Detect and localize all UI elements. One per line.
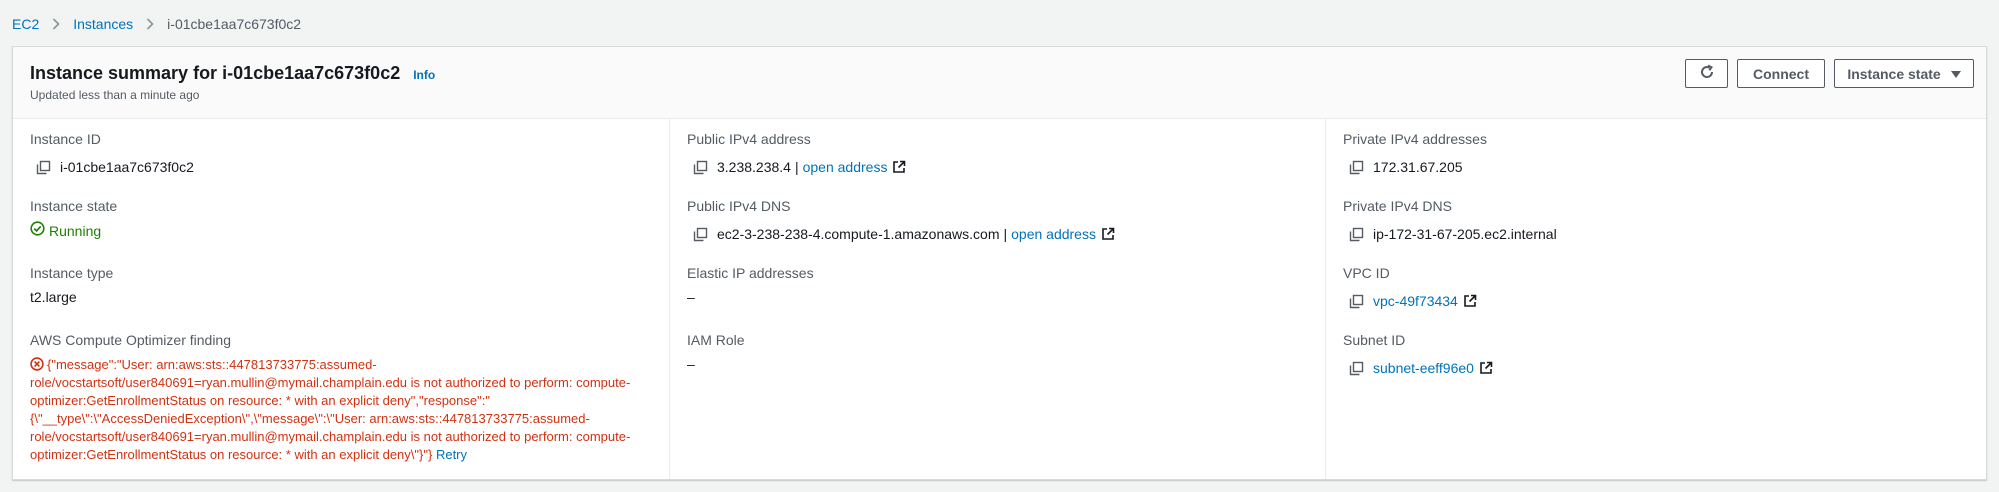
field-label: Instance type: [30, 265, 114, 281]
instance-id-value: i-01cbe1aa7c673f0c2: [60, 159, 194, 175]
chevron-right-icon: [39, 18, 73, 30]
status-badge: Running: [30, 220, 652, 241]
field-label: Private IPv4 addresses: [1343, 131, 1487, 147]
external-link-icon[interactable]: [892, 160, 906, 174]
public-dns-field: Public IPv4 DNS ec2-3-238-238-4.compute-…: [687, 196, 1308, 244]
instance-type-value: t2.large: [30, 289, 77, 305]
field-value: 3.238.238.4 | open address: [687, 157, 1308, 177]
private-dns-field: Private IPv4 DNS ip-172-31-67-205.ec2.in…: [1343, 196, 1969, 244]
field-value: subnet-eeff96e0: [1343, 358, 1969, 378]
updated-status: Updated less than a minute ago: [30, 88, 200, 102]
copy-icon[interactable]: [1349, 227, 1364, 242]
field-label: Instance state: [30, 198, 118, 214]
chevron-right-icon: [133, 18, 167, 30]
open-address-link[interactable]: open address: [1011, 224, 1096, 244]
field-label: Public IPv4 DNS: [687, 198, 791, 214]
breadcrumb-ec2-link[interactable]: EC2: [12, 16, 39, 32]
elastic-ip-value: –: [687, 289, 695, 305]
field-label: Instance ID: [30, 131, 101, 147]
field-label: Subnet ID: [1343, 332, 1406, 348]
private-ipv4-value: 172.31.67.205: [1373, 159, 1463, 175]
field-label: VPC ID: [1343, 265, 1390, 281]
iam-role-field: IAM Role –: [687, 330, 1308, 374]
panel-header: Instance summary for i-01cbe1aa7c673f0c2…: [13, 47, 1986, 119]
public-ipv4-value: 3.238.238.4: [717, 159, 791, 175]
optimizer-error-text: {"message":"User: arn:aws:sts::447813733…: [30, 357, 631, 462]
vpc-id-link[interactable]: vpc-49f73434: [1373, 291, 1458, 311]
copy-icon[interactable]: [1349, 294, 1364, 309]
public-ipv4-field: Public IPv4 address 3.238.238.4 | open a…: [687, 129, 1308, 177]
field-value: 172.31.67.205: [1343, 157, 1969, 177]
details-grid: Instance ID i-01cbe1aa7c673f0c2 Instance…: [13, 119, 1986, 479]
instance-state-dropdown[interactable]: Instance state: [1834, 59, 1974, 88]
instance-state-label: Instance state: [1847, 65, 1941, 82]
copy-icon[interactable]: [1349, 160, 1364, 175]
field-value: vpc-49f73434: [1343, 291, 1969, 311]
field-label: Elastic IP addresses: [687, 265, 814, 281]
refresh-button[interactable]: [1685, 59, 1728, 88]
copy-icon[interactable]: [693, 160, 708, 175]
field-value: ec2-3-238-238-4.compute-1.amazonaws.com …: [687, 224, 1308, 244]
copy-icon[interactable]: [36, 160, 51, 175]
field-label: IAM Role: [687, 332, 745, 348]
instance-state-value: Running: [49, 222, 102, 239]
private-dns-value: ip-172-31-67-205.ec2.internal: [1373, 226, 1557, 242]
elastic-ip-field: Elastic IP addresses –: [687, 263, 1308, 307]
subnet-id-field: Subnet ID subnet-eeff96e0: [1343, 330, 1969, 378]
details-column-2: Public IPv4 address 3.238.238.4 | open a…: [669, 119, 1325, 479]
instance-state-field: Instance state Running: [30, 196, 652, 241]
separator: |: [794, 159, 799, 175]
subnet-id-link[interactable]: subnet-eeff96e0: [1373, 358, 1474, 378]
instance-id-field: Instance ID i-01cbe1aa7c673f0c2: [30, 129, 652, 177]
error-circle-icon: [30, 357, 44, 371]
external-link-icon[interactable]: [1101, 227, 1115, 241]
field-label: Public IPv4 address: [687, 131, 811, 147]
field-value: i-01cbe1aa7c673f0c2: [30, 157, 652, 177]
check-circle-icon: [30, 220, 45, 241]
connect-button[interactable]: Connect: [1737, 59, 1825, 88]
header-actions: Connect Instance state: [1685, 59, 1974, 88]
instance-type-field: Instance type t2.large: [30, 263, 652, 307]
details-column-3: Private IPv4 addresses 172.31.67.205 Pri…: [1325, 119, 1986, 479]
field-value: ip-172-31-67-205.ec2.internal: [1343, 224, 1969, 244]
refresh-icon: [1699, 64, 1715, 83]
copy-icon[interactable]: [693, 227, 708, 242]
breadcrumb-instances-link[interactable]: Instances: [73, 16, 133, 32]
copy-icon[interactable]: [1349, 361, 1364, 376]
caret-down-icon: [1950, 66, 1961, 82]
private-ipv4-field: Private IPv4 addresses 172.31.67.205: [1343, 129, 1969, 177]
optimizer-finding-field: AWS Compute Optimizer finding {"message"…: [30, 330, 652, 464]
field-label: Private IPv4 DNS: [1343, 198, 1452, 214]
separator: |: [1003, 226, 1008, 242]
vpc-id-field: VPC ID vpc-49f73434: [1343, 263, 1969, 311]
field-label: AWS Compute Optimizer finding: [30, 332, 231, 348]
iam-role-value: –: [687, 356, 695, 372]
open-address-link[interactable]: open address: [803, 157, 888, 177]
breadcrumb-current: i-01cbe1aa7c673f0c2: [167, 16, 302, 32]
external-link-icon[interactable]: [1479, 361, 1493, 375]
panel-title-row: Instance summary for i-01cbe1aa7c673f0c2…: [30, 63, 435, 84]
info-link[interactable]: Info: [413, 68, 435, 82]
page-title: Instance summary for i-01cbe1aa7c673f0c2: [30, 63, 401, 83]
breadcrumb: EC2 Instances i-01cbe1aa7c673f0c2: [12, 14, 301, 34]
public-dns-value: ec2-3-238-238-4.compute-1.amazonaws.com: [717, 226, 1000, 242]
retry-link[interactable]: Retry: [436, 447, 467, 462]
optimizer-error-message: {"message":"User: arn:aws:sts::447813733…: [30, 356, 645, 464]
details-column-1: Instance ID i-01cbe1aa7c673f0c2 Instance…: [13, 119, 669, 479]
external-link-icon[interactable]: [1463, 294, 1477, 308]
instance-summary-panel: Instance summary for i-01cbe1aa7c673f0c2…: [12, 46, 1987, 480]
